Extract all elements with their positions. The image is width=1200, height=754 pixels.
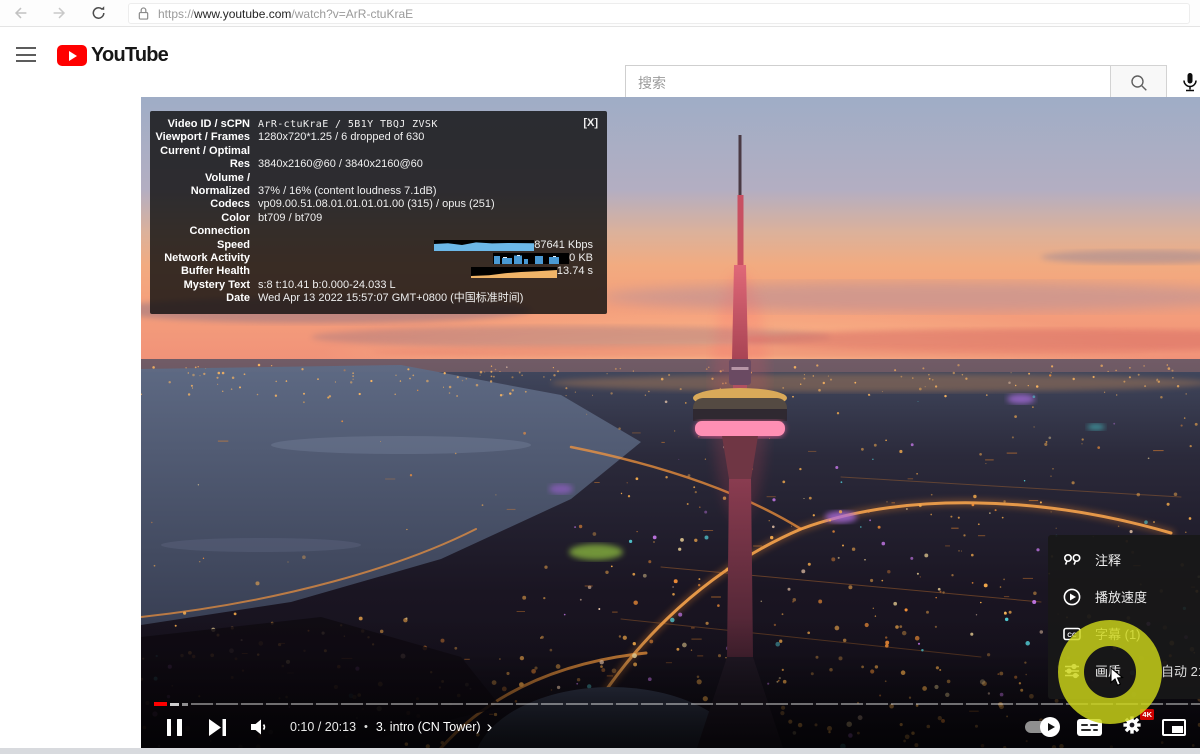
mouse-cursor [1110, 667, 1124, 687]
browser-toolbar: https://www.youtube.com/watch?v=ArR-ctuK… [0, 0, 1200, 27]
stats-value: ArR-ctuKraE / 5B1Y TBQJ ZVSK [258, 118, 593, 131]
autoplay-toggle[interactable] [1025, 721, 1058, 733]
refresh-icon[interactable] [90, 4, 108, 22]
stats-row: Viewport / Frames 1280x720*1.25 / 6 drop… [154, 131, 597, 144]
connection-speed-graph [434, 240, 534, 251]
youtube-logo[interactable]: YouTube [57, 44, 168, 67]
menu-item[interactable]: CC 播放速度 [1048, 578, 1200, 615]
stats-row: Date Wed Apr 13 2022 15:57:07 GMT+0800 (… [154, 292, 597, 305]
url-text: https://www.youtube.com/watch?v=ArR-ctuK… [158, 7, 413, 21]
stats-value: 3840x2160@60 / 3840x2160@60 [258, 158, 593, 171]
url-field[interactable]: https://www.youtube.com/watch?v=ArR-ctuK… [128, 3, 1190, 24]
stats-row: Codecs vp09.00.51.08.01.01.01.01.00 (315… [154, 198, 597, 211]
window-bottom-edge [0, 748, 1200, 754]
miniplayer-button[interactable] [1162, 719, 1186, 736]
stats-label: Current / Optimal Res [154, 145, 258, 172]
stats-row: Video ID / sCPN ArR-ctuKraE / 5B1Y TBQJ … [154, 118, 597, 131]
search-button[interactable] [1110, 65, 1167, 100]
stats-label: Date [154, 292, 258, 305]
back-icon[interactable] [12, 4, 30, 22]
youtube-play-icon [57, 45, 87, 66]
annotations-icon [1062, 550, 1082, 570]
stats-label: Volume / Normalized [154, 172, 258, 199]
stats-value: 1280x720*1.25 / 6 dropped of 630 [258, 131, 593, 144]
forward-icon[interactable] [50, 4, 68, 22]
chapter-chevron-icon[interactable]: › [487, 722, 493, 732]
stats-value: 37% / 16% (content loudness 7.1dB) [258, 185, 593, 198]
youtube-wordmark: YouTube [91, 44, 168, 67]
search-icon [1129, 73, 1149, 93]
stats-row: Network Activity 0 KB [154, 252, 597, 265]
stats-label: Viewport / Frames [154, 131, 258, 144]
stats-label: Video ID / sCPN [154, 118, 258, 131]
chapter-separator: • [364, 721, 368, 733]
menu-item-label: 注释 [1095, 550, 1121, 569]
stats-row: Mystery Text s:8 t:10.41 b:0.000-24.033 … [154, 279, 597, 292]
lock-icon [137, 6, 150, 21]
chapter-title[interactable]: 3. intro (CN Tower) [376, 720, 481, 734]
volume-icon[interactable] [249, 718, 271, 736]
menu-item-value: 自动 21 [1161, 661, 1200, 680]
stats-value: Wed Apr 13 2022 15:57:07 GMT+0800 (中国标准时… [258, 292, 593, 305]
stats-row: Volume / Normalized 37% / 16% (content l… [154, 172, 597, 199]
stats-label: Mystery Text [154, 279, 258, 292]
progress-chapters [191, 703, 1200, 706]
menu-item-label: 播放速度 [1095, 587, 1147, 606]
stats-right-value: 87641 Kbps [534, 239, 597, 252]
network-activity-graph [493, 253, 569, 264]
stats-label: Buffer Health [154, 265, 258, 278]
stats-for-nerds-panel: [X] Video ID / sCPN ArR-ctuKraE / 5B1Y T… [150, 111, 607, 314]
search-input[interactable] [625, 65, 1110, 100]
stats-row: Connection Speed 87641 Kbps [154, 225, 597, 252]
stats-value: bt709 / bt709 [258, 212, 593, 225]
stats-label: Codecs [154, 198, 258, 211]
youtube-masthead: YouTube [0, 27, 1200, 84]
player-controls: 0:10 / 20:13 • 3. intro (CN Tower) › [141, 706, 1200, 748]
stats-label: Color [154, 212, 258, 225]
autoplay-knob-play-icon [1040, 717, 1060, 737]
menu-item[interactable]: CC 注释 [1048, 541, 1200, 578]
buffer-health-graph [471, 267, 557, 278]
stats-label: Connection Speed [154, 225, 258, 252]
stats-row: Current / Optimal Res 3840x2160@60 / 384… [154, 145, 597, 172]
pause-button[interactable] [163, 717, 185, 737]
stats-row: Color bt709 / bt709 [154, 212, 597, 225]
playback-speed-icon [1062, 587, 1082, 607]
time-display: 0:10 / 20:13 [290, 720, 356, 734]
stats-right-value: 13.74 s [557, 265, 597, 278]
stats-close-button[interactable]: [X] [583, 117, 598, 130]
microphone-icon[interactable] [1178, 70, 1200, 94]
video-player[interactable]: [X] Video ID / sCPN ArR-ctuKraE / 5B1Y T… [141, 97, 1200, 748]
next-button[interactable] [209, 719, 228, 736]
stats-row: Buffer Health 13.74 s [154, 265, 597, 278]
stats-value: s:8 t:10.41 b:0.000-24.033 L [258, 279, 593, 292]
stats-right-value: 0 KB [569, 252, 597, 265]
menu-hamburger-icon[interactable] [16, 47, 36, 62]
stats-label: Network Activity [154, 252, 258, 265]
stats-value: vp09.00.51.08.01.01.01.01.00 (315) / opu… [258, 198, 593, 211]
